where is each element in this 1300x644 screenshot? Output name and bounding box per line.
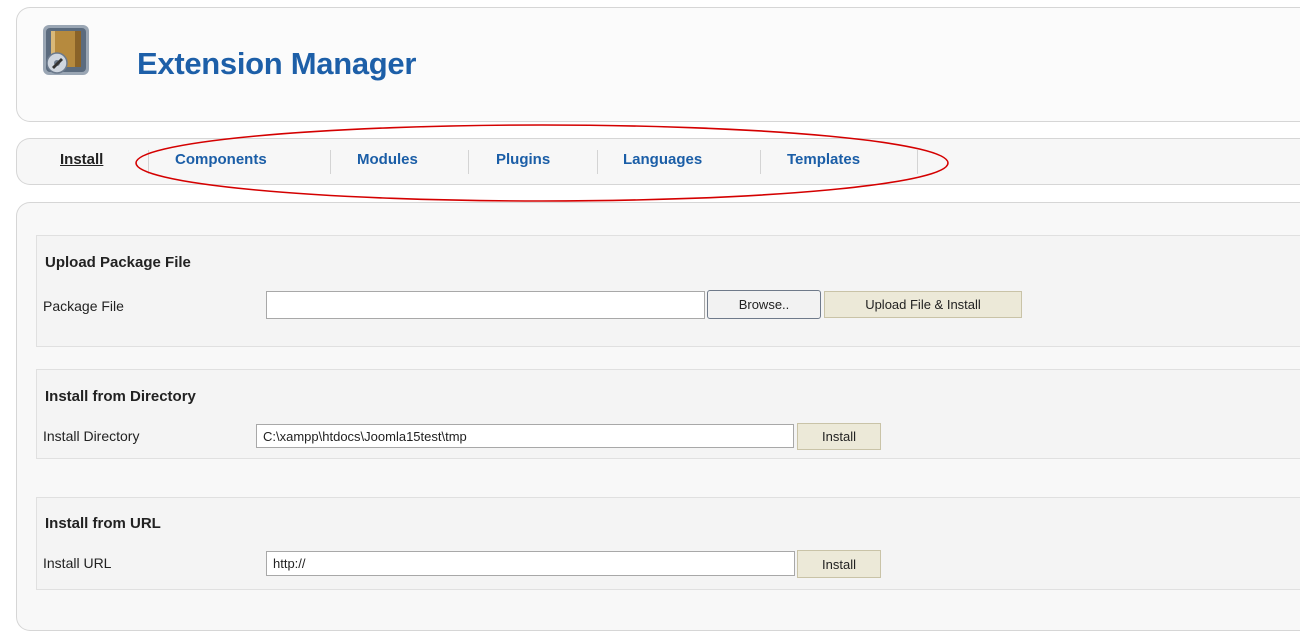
page-title: Extension Manager bbox=[137, 46, 417, 81]
tab-divider bbox=[917, 150, 918, 174]
tab-divider bbox=[468, 150, 469, 174]
submenu-tabs: Install Components Modules Plugins Langu… bbox=[16, 138, 1300, 185]
install-directory-section: Install from Directory Install Directory… bbox=[36, 369, 1300, 459]
tab-divider bbox=[148, 150, 149, 174]
tab-install[interactable]: Install bbox=[60, 151, 103, 168]
upload-package-section: Upload Package File Package File Browse.… bbox=[36, 235, 1300, 347]
upload-install-button[interactable]: Upload File & Install bbox=[824, 291, 1022, 318]
directory-section-title: Install from Directory bbox=[45, 388, 196, 405]
header-panel: Extension Manager bbox=[16, 7, 1300, 122]
install-url-section: Install from URL Install URL Install bbox=[36, 497, 1300, 590]
tab-components[interactable]: Components bbox=[175, 151, 267, 168]
tab-plugins[interactable]: Plugins bbox=[496, 151, 550, 168]
browse-button[interactable]: Browse.. bbox=[707, 290, 821, 319]
tab-templates[interactable]: Templates bbox=[787, 151, 860, 168]
install-url-input[interactable] bbox=[266, 551, 795, 576]
tab-divider bbox=[330, 150, 331, 174]
extension-box-icon bbox=[39, 23, 95, 79]
tab-languages[interactable]: Languages bbox=[623, 151, 702, 168]
url-section-title: Install from URL bbox=[45, 515, 161, 532]
install-directory-input[interactable] bbox=[256, 424, 794, 448]
tab-divider bbox=[760, 150, 761, 174]
tab-divider bbox=[597, 150, 598, 174]
package-file-input[interactable] bbox=[266, 291, 705, 319]
install-url-label: Install URL bbox=[43, 555, 112, 571]
tab-modules[interactable]: Modules bbox=[357, 151, 418, 168]
install-directory-label: Install Directory bbox=[43, 428, 140, 444]
install-url-button[interactable]: Install bbox=[797, 550, 881, 578]
upload-section-title: Upload Package File bbox=[45, 254, 191, 271]
install-directory-button[interactable]: Install bbox=[797, 423, 881, 450]
package-file-label: Package File bbox=[43, 298, 124, 314]
